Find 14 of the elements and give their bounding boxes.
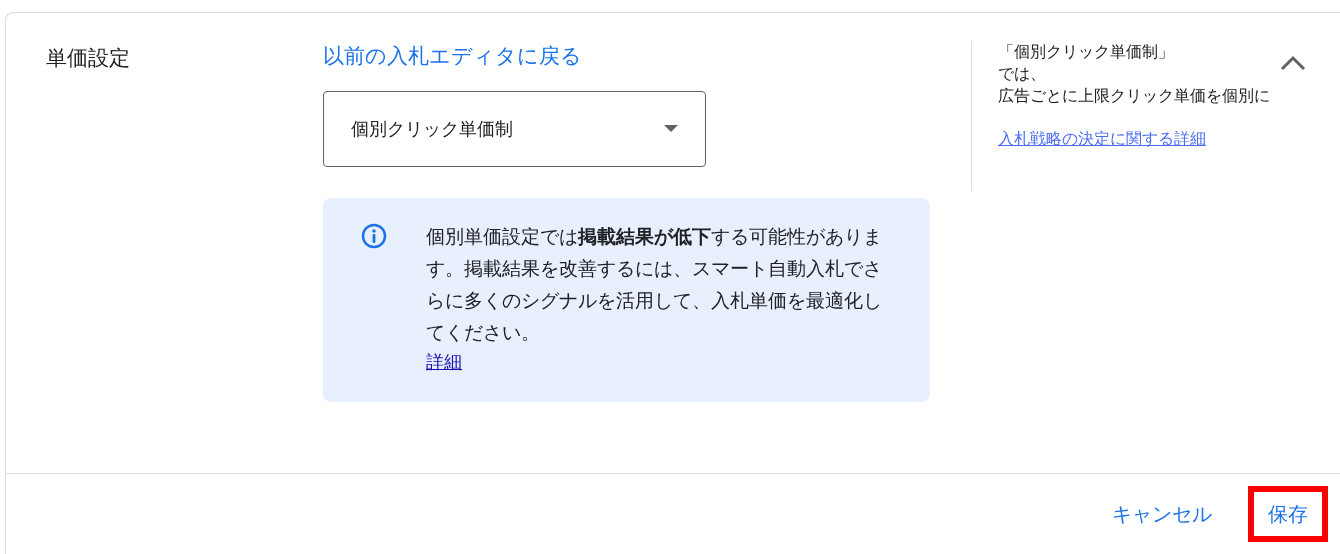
footer-button[interactable]: 保存 xyxy=(1248,485,1328,542)
help-text: 「個別クリック単価制」 xyxy=(998,41,1174,63)
info-icon xyxy=(361,222,387,249)
section-label: 単価設定 xyxy=(46,46,130,70)
back-link[interactable]: 以前の入札エディタに戻る xyxy=(323,41,582,73)
bid-strategy-dropdown[interactable]: 個別クリック単価制 xyxy=(323,90,706,167)
notice-text: 個別単価設定では掲載結果が低下する可能性があります。掲載結果を改善するには、スマート自動入札でさらに多くのシグナルを活用して、入札単価を最適化してください。 xyxy=(426,223,883,345)
help-text: では、 xyxy=(998,63,1046,85)
strategy-details-link[interactable]: 入札戦略の決定に関する詳細 xyxy=(998,127,1206,151)
details-link[interactable]: 詳細 xyxy=(426,347,462,376)
footer-button[interactable]: キャンセル xyxy=(1112,485,1212,542)
help-text: 広告ごとに上限クリック単価を個別に xyxy=(998,85,1270,107)
chevron-icon xyxy=(1280,55,1306,71)
dropdown-caret-icon xyxy=(664,125,678,132)
